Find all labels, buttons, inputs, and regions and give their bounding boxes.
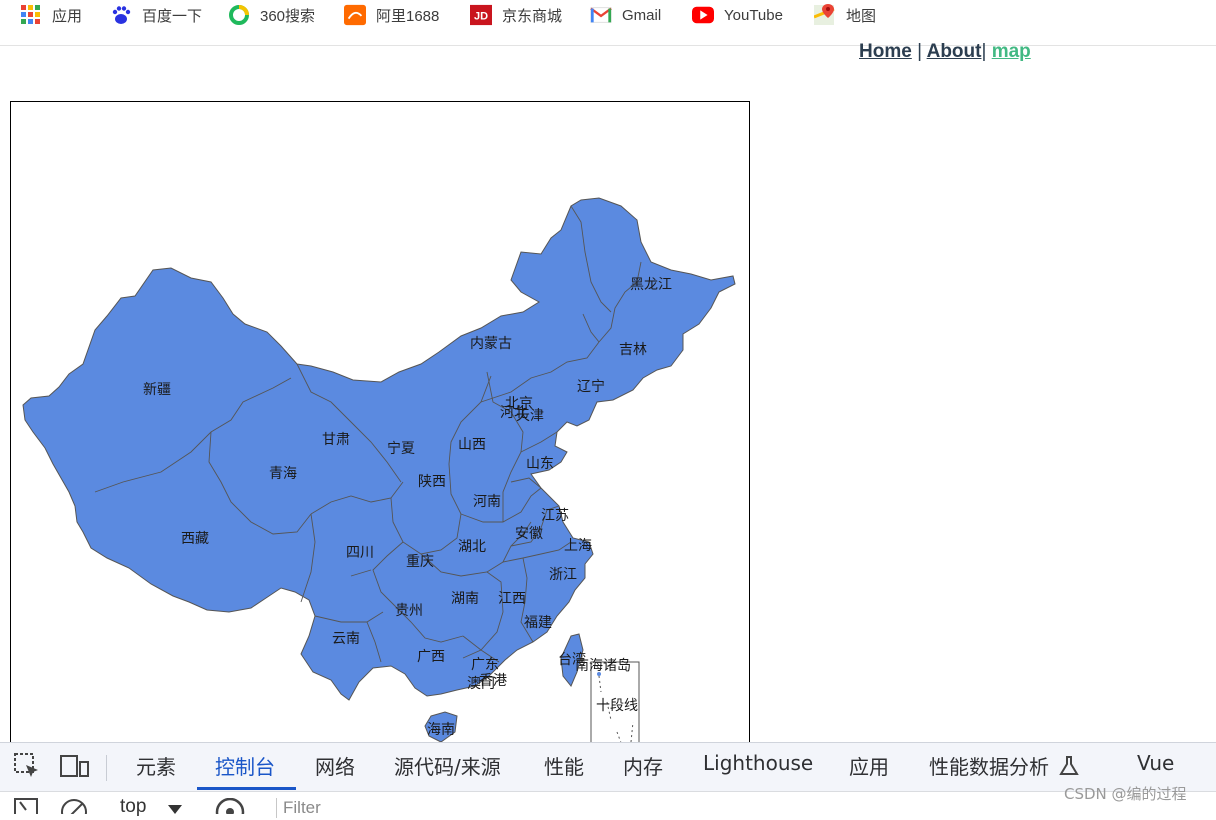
label-sichuan: 四川 [346,545,374,561]
csdn-watermark: CSDN @编的过程 [1064,785,1187,803]
label-guangxi: 广西 [417,649,445,665]
google-maps-icon [814,4,836,26]
label-zhejiang: 浙江 [549,567,577,583]
active-tab-indicator [197,787,296,790]
apps-grid-icon [20,4,42,26]
label-hainan: 海南 [427,722,455,738]
label-tianjin: 天津 [516,408,544,424]
nav-separator: | [917,41,923,62]
chevron-down-icon[interactable] [168,802,182,820]
bookmark-label: 京东商城 [502,7,563,25]
label-aomen: 澳门 [467,676,495,692]
nav-home-link[interactable]: Home [859,41,912,62]
tab-divider [106,755,107,781]
label-chongqing: 重庆 [406,554,434,570]
china-map: 黑龙江 吉林 辽宁 内蒙古 新疆 甘肃 宁夏 山西 北京 河北 天津 山东 青海… [22,197,736,760]
label-guizhou: 贵州 [395,603,423,619]
label-neimenggu: 内蒙古 [470,336,512,352]
bookmark-label: 百度一下 [142,7,203,25]
live-expression-eye-icon[interactable] [214,797,246,820]
search-360-icon [228,4,250,26]
label-hubei: 湖北 [458,539,486,555]
bookmark-label: YouTube [724,6,783,24]
bookmark-jd[interactable]: JD 京东商城 [470,3,562,27]
bookmark-label: 地图 [846,7,877,25]
tab-sources[interactable]: 源代码/来源 [394,751,501,780]
bookmark-apps[interactable]: 应用 [20,3,82,27]
label-ningxia: 宁夏 [387,440,415,457]
label-shiduanxian: 十段线 [596,698,638,714]
tab-vue[interactable]: Vue [1137,751,1174,775]
label-jiangxi: 江西 [498,591,526,607]
alibaba-1688-icon [344,4,366,26]
label-gansu: 甘肃 [322,432,350,448]
bookmark-label: 应用 [52,7,83,25]
label-xizang: 西藏 [181,531,209,547]
label-liaoning: 辽宁 [577,378,605,395]
bookmark-360[interactable]: 360搜索 [228,3,315,27]
router-nav: Home | About| map [859,41,1031,63]
gmail-icon [590,4,612,26]
baidu-paw-icon [110,4,132,26]
bookmark-1688[interactable]: 阿里1688 [344,3,439,27]
label-yunnan: 云南 [332,631,360,647]
context-selector[interactable]: top [120,796,146,818]
tab-memory[interactable]: 内存 [623,751,663,780]
nav-map-link[interactable]: map [992,41,1031,62]
label-shandong: 山东 [526,456,554,472]
bookmark-label: Gmail [622,6,662,24]
bookmarks-bar: 应用 百度一下 360搜索 阿里1688 JD 京东商城 Gmail YouTu… [0,0,1216,46]
devtools-tabbar: 元素 控制台 网络 源代码/来源 性能 内存 Lighthouse 应用 性能数… [0,743,1216,790]
label-xinjiang: 新疆 [143,382,171,398]
label-hunan: 湖南 [451,591,479,607]
tab-lighthouse[interactable]: Lighthouse [703,751,813,775]
label-henan: 河南 [473,494,501,510]
label-anhui: 安徽 [515,526,543,542]
bookmark-label: 阿里1688 [376,7,440,25]
label-shaanxi: 陕西 [418,474,446,490]
label-shanxi: 山西 [458,437,486,453]
label-shanghai: 上海 [564,538,592,554]
tab-elements[interactable]: 元素 [136,751,176,780]
tab-console[interactable]: 控制台 [215,751,275,780]
label-qinghai: 青海 [269,466,297,482]
jd-icon: JD [470,4,492,26]
label-fujian: 福建 [524,615,552,631]
console-toolbar: top Filter [0,791,1216,820]
label-nanhai: 南海诸岛 [575,658,631,674]
devtools-panel: 元素 控制台 网络 源代码/来源 性能 内存 Lighthouse 应用 性能数… [0,742,1216,820]
clear-console-icon[interactable] [60,798,88,820]
device-toolbar-icon[interactable] [60,753,90,784]
label-jilin: 吉林 [619,342,647,358]
tab-performance[interactable]: 性能 [544,751,584,780]
bookmark-maps[interactable]: 地图 [814,3,876,27]
nav-separator: | [981,41,987,62]
console-filter-input[interactable]: Filter [276,798,321,818]
label-jiangsu: 江苏 [541,508,569,524]
tab-network[interactable]: 网络 [315,751,355,780]
svg-text:JD: JD [474,11,488,23]
label-guangdong: 广东 [471,657,499,673]
tab-performance-insights[interactable]: 性能数据分析 [929,751,1049,780]
inspect-element-icon[interactable] [14,753,40,784]
youtube-icon [692,4,714,26]
bookmark-youtube[interactable]: YouTube [692,3,783,27]
bookmark-label: 360搜索 [260,7,316,25]
label-heilongjiang: 黑龙江 [630,277,672,293]
nav-about-link[interactable]: About [927,41,982,62]
flask-icon [1058,755,1080,782]
map-container: 黑龙江 吉林 辽宁 内蒙古 新疆 甘肃 宁夏 山西 北京 河北 天津 山东 青海… [10,101,750,761]
tab-application[interactable]: 应用 [849,751,889,780]
sidebar-toggle-icon[interactable] [14,798,40,820]
bookmark-baidu[interactable]: 百度一下 [110,3,202,27]
bookmark-gmail[interactable]: Gmail [590,3,661,27]
